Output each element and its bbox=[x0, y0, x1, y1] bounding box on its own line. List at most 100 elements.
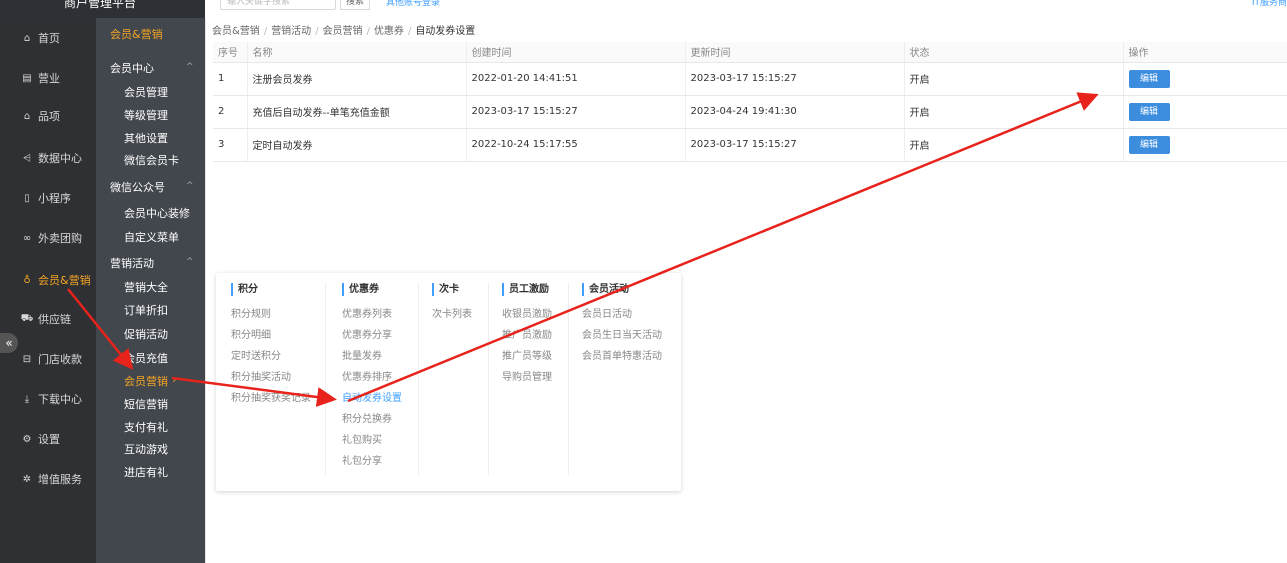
edit-button[interactable]: 编辑 bbox=[1128, 135, 1170, 154]
other-account-link[interactable]: 其他账号登录 bbox=[386, 0, 440, 8]
wallet-icon: ⊟ bbox=[22, 353, 32, 365]
breadcrumb-item[interactable]: 营销活动 bbox=[271, 26, 311, 37]
menu-link[interactable]: 推广员激励 bbox=[502, 330, 552, 351]
nav-item-label: 设置 bbox=[38, 433, 60, 446]
menu-link[interactable]: 优惠券分享 bbox=[342, 330, 402, 351]
column-divider bbox=[325, 283, 326, 475]
phone-icon: ▯ bbox=[24, 192, 30, 204]
breadcrumb-item: 自动发券设置 bbox=[415, 26, 476, 37]
menu-link[interactable]: 批量发券 bbox=[342, 351, 402, 372]
submenu-item[interactable]: 微信会员卡 bbox=[124, 152, 179, 168]
submenu-item[interactable]: 会员营销 bbox=[124, 373, 168, 389]
nav-item-7[interactable]: ⛟ 供应链 bbox=[0, 299, 96, 339]
nav-item-label: 下载中心 bbox=[38, 393, 82, 406]
submenu-header: 会员&营销 bbox=[110, 28, 163, 41]
menu-column-title: 员工激励 bbox=[502, 283, 552, 296]
nav-item-4[interactable]: ▯ 小程序 bbox=[0, 178, 96, 218]
menu-column-title: 次卡 bbox=[432, 283, 472, 296]
menu-link[interactable]: 收银员激励 bbox=[502, 309, 552, 330]
submenu-item[interactable]: 进店有礼 bbox=[124, 464, 168, 480]
search-input[interactable]: 输入关键字搜索 bbox=[220, 0, 336, 10]
menu-link[interactable]: 自动发券设置 bbox=[342, 393, 402, 414]
submenu-item[interactable]: 会员管理 bbox=[124, 84, 168, 100]
cell-status: 开启 bbox=[904, 128, 1124, 162]
column-divider bbox=[418, 283, 419, 475]
edit-button[interactable]: 编辑 bbox=[1128, 102, 1170, 121]
submenu-group[interactable]: 微信公众号 bbox=[110, 179, 165, 195]
submenu-item[interactable]: 会员充值 bbox=[124, 350, 168, 366]
col-header-index: 序号 bbox=[213, 42, 248, 63]
col-header-name: 名称 bbox=[247, 42, 467, 63]
nav-item-11[interactable]: ✲ 增值服务 bbox=[0, 459, 96, 499]
cell-updated: 2023-04-24 19:41:30 bbox=[685, 95, 905, 129]
cell-created: 2023-03-17 15:15:27 bbox=[466, 95, 686, 129]
menu-link[interactable]: 积分兑换券 bbox=[342, 414, 402, 435]
menu-link[interactable]: 会员首单特惠活动 bbox=[582, 351, 662, 372]
submenu-item[interactable]: 支付有礼 bbox=[124, 419, 168, 435]
submenu-item[interactable]: 其他设置 bbox=[124, 130, 168, 146]
menu-link[interactable]: 定时送积分 bbox=[231, 351, 311, 372]
nav-item-label: 会员&营销 bbox=[38, 274, 91, 287]
bag-icon: ⌂ bbox=[23, 110, 31, 122]
menu-link[interactable]: 积分规则 bbox=[231, 309, 311, 330]
nav-item-1[interactable]: ▤ 营业 bbox=[0, 58, 96, 98]
col-header-created: 创建时间 bbox=[466, 42, 686, 63]
nav-item-label: 品项 bbox=[38, 110, 60, 123]
menu-link[interactable]: 优惠券列表 bbox=[342, 309, 402, 330]
primary-sidebar: ⌂ 首页 ▤ 营业 ⌂ 品项 ⩤ 数据中心 ▯ 小程序 ∞ 外卖团购 ♁ 会员&营销 ⛟ 供应链 ⊟ 门店收款 ⤓ 下… bbox=[0, 18, 96, 563]
cell-name: 充值后自动发券--单笔充值金额 bbox=[247, 95, 467, 129]
menu-link[interactable]: 导购员管理 bbox=[502, 372, 552, 393]
menu-column: 优惠券 优惠券列表 优惠券分享 批量发券 优惠券排序 自动发券设置 积分兑换券 礼包购买 礼包分… bbox=[342, 283, 402, 477]
breadcrumb-item[interactable]: 优惠券 bbox=[374, 26, 404, 37]
breadcrumb-separator: / bbox=[315, 26, 319, 37]
submenu-item[interactable]: 自定义菜单 bbox=[124, 229, 179, 245]
menu-link[interactable]: 积分抽奖获奖记录 bbox=[231, 393, 311, 414]
cell-updated: 2023-03-17 15:15:27 bbox=[685, 128, 905, 162]
gift-icon: ✲ bbox=[22, 473, 32, 485]
menu-link[interactable]: 积分明细 bbox=[231, 330, 311, 351]
submenu-item[interactable]: 等级管理 bbox=[124, 107, 168, 123]
nav-item-label: 首页 bbox=[38, 32, 60, 45]
nav-item-label: 营业 bbox=[38, 72, 60, 85]
menu-link[interactable]: 会员日活动 bbox=[582, 309, 662, 330]
cell-action: 编辑 bbox=[1123, 128, 1287, 162]
menu-column: 员工激励收银员激励 推广员激励 推广员等级 导购员管理 bbox=[502, 283, 552, 393]
submenu-group[interactable]: 营销活动 bbox=[110, 255, 154, 271]
menu-link[interactable]: 积分抽奖活动 bbox=[231, 372, 311, 393]
nav-item-10[interactable]: ⚙ 设置 bbox=[0, 419, 96, 459]
menu-link[interactable]: 推广员等级 bbox=[502, 351, 552, 372]
cell-updated: 2023-03-17 15:15:27 bbox=[685, 62, 905, 96]
truck-icon: ⛟ bbox=[20, 312, 34, 324]
submenu-group[interactable]: 会员中心 bbox=[110, 60, 154, 76]
menu-link[interactable]: 会员生日当天活动 bbox=[582, 330, 662, 351]
nav-item-label: 外卖团购 bbox=[38, 232, 82, 245]
table-row: 1 注册会员发券 2022-01-20 14:41:51 2023-03-17 15:… bbox=[213, 62, 1287, 96]
submenu-item[interactable]: 营销大全 bbox=[124, 279, 168, 295]
edit-button[interactable]: 编辑 bbox=[1128, 69, 1170, 88]
top-right-link[interactable]: IT服务商 bbox=[1252, 0, 1287, 8]
nav-item-2[interactable]: ⌂ 品项 bbox=[0, 96, 96, 136]
nav-item-0[interactable]: ⌂ 首页 bbox=[0, 18, 96, 58]
breadcrumb-item[interactable]: 会员营销 bbox=[323, 26, 363, 37]
breadcrumb-separator: / bbox=[263, 26, 268, 37]
user-icon: ♁ bbox=[23, 274, 31, 286]
submenu-item[interactable]: 互动游戏 bbox=[124, 441, 168, 457]
search-button[interactable]: 搜索 bbox=[340, 0, 370, 10]
menu-link[interactable]: 次卡列表 bbox=[432, 309, 472, 330]
submenu-item[interactable]: 促销活动 bbox=[124, 326, 168, 342]
submenu-item[interactable]: 短信营销 bbox=[124, 396, 168, 412]
nav-item-9[interactable]: ⤓ 下载中心 bbox=[0, 379, 96, 419]
nav-item-label: 供应链 bbox=[38, 313, 71, 326]
breadcrumb-item[interactable]: 会员&营销 bbox=[212, 26, 260, 37]
nav-item-5[interactable]: ∞ 外卖团购 bbox=[0, 218, 96, 258]
nav-item-3[interactable]: ⩤ 数据中心 bbox=[0, 138, 96, 178]
menu-column: 次卡 次卡列表 bbox=[432, 283, 472, 330]
submenu-item[interactable]: 会员中心装修 bbox=[124, 205, 190, 221]
submenu-item[interactable]: 订单折扣 bbox=[124, 302, 168, 318]
menu-link[interactable]: 礼包购买 bbox=[342, 435, 402, 456]
cell-index: 1 bbox=[213, 62, 248, 96]
menu-link[interactable]: 礼包分享 bbox=[342, 456, 402, 477]
nav-item-6[interactable]: ♁ 会员&营销 bbox=[0, 260, 96, 300]
cell-created: 2022-01-20 14:41:51 bbox=[466, 62, 686, 96]
menu-link[interactable]: 优惠券排序 bbox=[342, 372, 402, 393]
